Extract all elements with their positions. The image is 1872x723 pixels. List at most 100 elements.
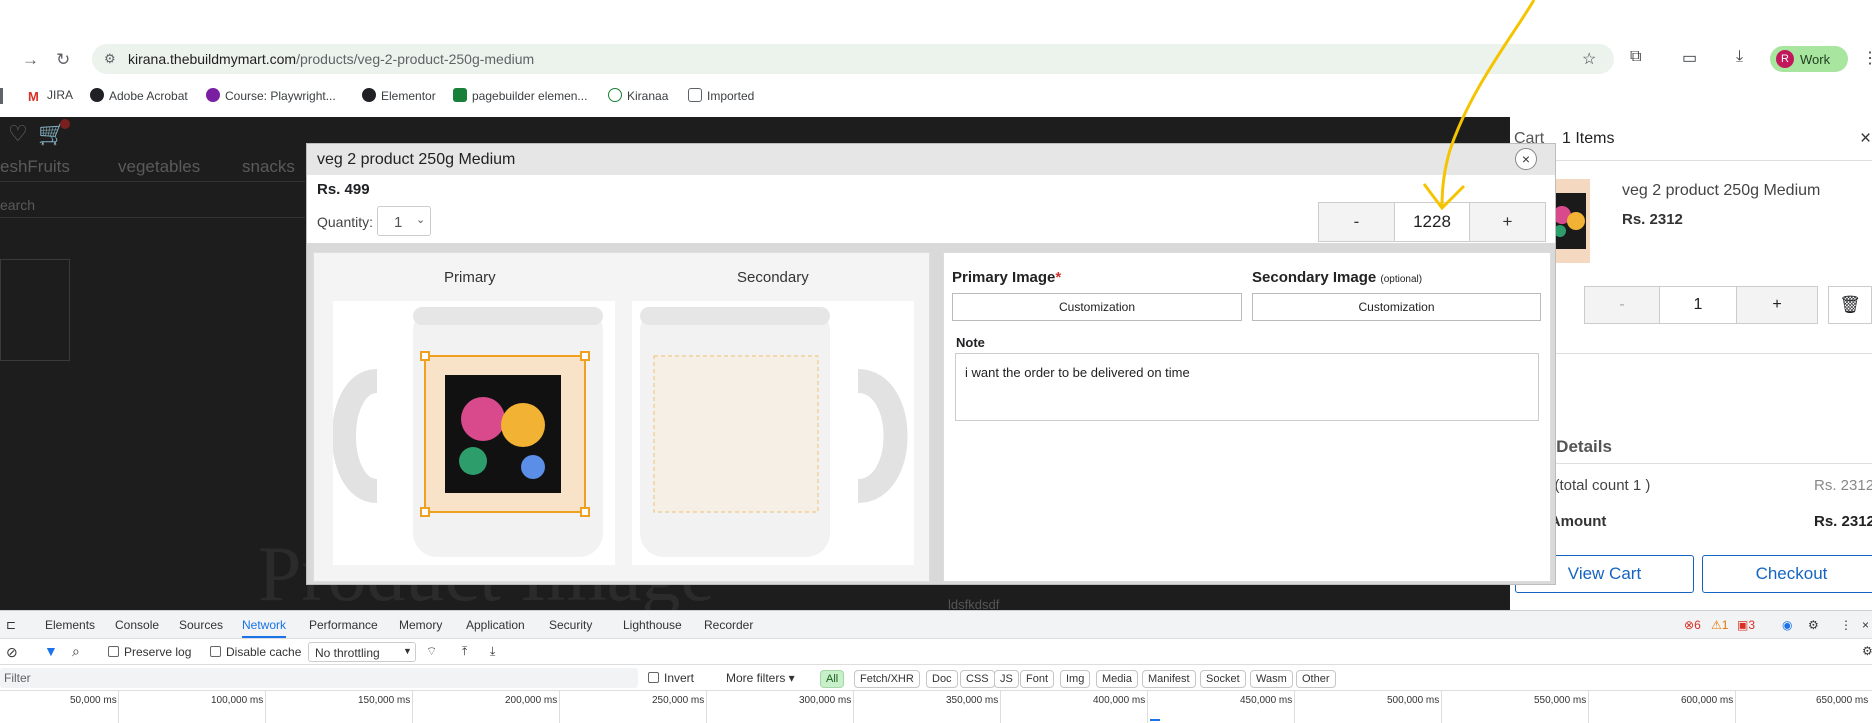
tab-memory[interactable]: Memory xyxy=(399,618,442,632)
tab-network[interactable]: Network xyxy=(242,618,287,638)
chip-wasm[interactable]: Wasm xyxy=(1250,670,1293,688)
wishlist-heart-icon[interactable]: ♡ xyxy=(8,121,28,147)
cart-header-divider xyxy=(1510,160,1872,161)
forward-icon[interactable]: → xyxy=(22,50,39,70)
quantity-select[interactable]: 1 ⌄ xyxy=(377,206,431,236)
tab-elements[interactable]: Elements xyxy=(45,618,95,632)
url-text[interactable]: kirana.thebuildmymart.com/products/veg-2… xyxy=(128,51,534,67)
menu-kebab-icon[interactable]: ⋮ xyxy=(1862,48,1872,68)
network-toolbar: ⊘ ▼ ⌕ Preserve log Disable cache No thro… xyxy=(0,639,1872,665)
modal-header: veg 2 product 250g Medium × xyxy=(307,144,1555,175)
tab-recorder[interactable]: Recorder xyxy=(704,618,753,632)
tab-console[interactable]: Console xyxy=(115,618,159,632)
chip-socket[interactable]: Socket xyxy=(1200,670,1246,688)
chip-media[interactable]: Media xyxy=(1096,670,1138,688)
settings-gear-icon[interactable]: ⚙ xyxy=(1808,618,1819,632)
devtools-menu-icon[interactable]: ⋮ xyxy=(1840,618,1852,632)
chip-other[interactable]: Other xyxy=(1296,670,1336,688)
network-timeline[interactable]: 50,000 ms 100,000 ms 150,000 ms 200,000 … xyxy=(0,691,1872,723)
import-har-icon[interactable]: ⤒ xyxy=(462,644,467,659)
bookmark-course-playwright[interactable]: Course: Playwright... xyxy=(206,88,336,103)
download-icon[interactable]: ⤓ xyxy=(1736,48,1743,66)
profile-chip[interactable]: R Work xyxy=(1770,46,1848,72)
timeline-tick: 400,000 ms xyxy=(1093,695,1146,706)
note-textarea[interactable]: i want the order to be delivered on time xyxy=(955,353,1539,421)
disable-cache-checkbox[interactable]: Disable cache xyxy=(210,645,301,659)
more-filters-dropdown[interactable]: More filters ▾ xyxy=(726,671,795,685)
thumbnail-card[interactable] xyxy=(0,259,70,361)
nav-freshfruits[interactable]: eshFruits xyxy=(0,157,70,177)
details-divider xyxy=(1510,463,1872,464)
tab-application[interactable]: Application xyxy=(466,618,525,632)
clear-icon[interactable]: ⊘ xyxy=(6,644,18,661)
secondary-mug-preview[interactable] xyxy=(632,301,914,565)
bookmarks-edge xyxy=(0,88,3,104)
timeline-tick: 100,000 ms xyxy=(211,695,264,706)
extensions-icon[interactable]: ⧉ xyxy=(1630,48,1641,66)
checkout-button[interactable]: Checkout xyxy=(1702,555,1872,593)
filter-input[interactable]: Filter xyxy=(0,668,638,688)
cart-qty-minus[interactable]: - xyxy=(1585,287,1659,323)
bookmark-pagebuilder[interactable]: pagebuilder elemen... xyxy=(453,88,587,103)
primary-customization-button[interactable]: Customization xyxy=(952,293,1242,321)
cart-qty-plus[interactable]: + xyxy=(1737,287,1817,323)
devtools-close-icon[interactable]: × xyxy=(1862,618,1869,632)
quantity-label: Quantity: xyxy=(317,214,374,230)
preserve-log-checkbox[interactable]: Preserve log xyxy=(108,645,191,659)
bookmark-kiranaa[interactable]: Kiranaa xyxy=(608,88,668,103)
search-partial[interactable]: earch xyxy=(0,197,35,213)
total-count-label: e (total count 1 ) xyxy=(1542,477,1651,494)
omnibox[interactable]: ⚙ kirana.thebuildmymart.com/products/veg… xyxy=(92,44,1614,74)
secondary-customization-button[interactable]: Customization xyxy=(1252,293,1541,321)
bookmark-elementor[interactable]: Elementor xyxy=(362,88,436,103)
chip-all[interactable]: All xyxy=(820,670,845,688)
throttling-select[interactable]: No throttling ▼ xyxy=(308,642,416,662)
search-icon[interactable]: ⌕ xyxy=(72,643,80,660)
chip-css[interactable]: CSS xyxy=(960,670,995,688)
error-count[interactable]: ⊗6 xyxy=(1684,618,1701,632)
site-info-icon[interactable]: ⚙ xyxy=(104,51,116,67)
stepper-minus-button[interactable]: - xyxy=(1319,203,1394,241)
nav-vegetables[interactable]: vegetables xyxy=(118,157,200,177)
cart-item-name[interactable]: veg 2 product 250g Medium xyxy=(1622,182,1820,200)
reload-icon[interactable]: ↻ xyxy=(56,50,70,70)
warning-count[interactable]: ⚠1 xyxy=(1711,618,1728,632)
chip-fetch-xhr[interactable]: Fetch/XHR xyxy=(854,670,920,688)
chip-doc[interactable]: Doc xyxy=(926,670,958,688)
tab-lighthouse[interactable]: Lighthouse xyxy=(623,618,682,632)
cart-qty-value[interactable]: 1 xyxy=(1659,287,1737,323)
timeline-request-mark xyxy=(1150,719,1160,721)
filter-funnel-icon[interactable]: ▼ xyxy=(44,643,58,659)
bookmark-imported[interactable]: Imported xyxy=(688,88,754,103)
throttling-chevron-icon: ▼ xyxy=(403,646,412,656)
invert-checkbox[interactable]: Invert xyxy=(648,671,694,685)
chip-js[interactable]: JS xyxy=(994,670,1019,688)
tab-performance[interactable]: Performance xyxy=(309,618,378,632)
network-conditions-icon[interactable]: ⌔ xyxy=(426,644,437,659)
chip-manifest[interactable]: Manifest xyxy=(1142,670,1196,688)
chip-img[interactable]: Img xyxy=(1060,670,1091,688)
bookmark-adobe-acrobat[interactable]: Adobe Acrobat xyxy=(90,88,188,103)
tab-sources[interactable]: Sources xyxy=(179,618,223,632)
bookmark-star-icon[interactable]: ☆ xyxy=(1582,49,1596,69)
trash-icon[interactable]: 🗑 xyxy=(1828,286,1872,324)
performance-insights-icon[interactable]: ◉ xyxy=(1782,618,1792,632)
total-count-value: Rs. 2312 xyxy=(1814,477,1872,494)
tab-security[interactable]: Security xyxy=(549,618,592,632)
issue-count[interactable]: ▣3 xyxy=(1737,618,1755,632)
globe-icon xyxy=(362,88,376,102)
secondary-image-label: Secondary Image (optional) xyxy=(1252,269,1423,286)
primary-mug-preview[interactable] xyxy=(332,301,615,565)
cast-icon[interactable]: ▭ xyxy=(1682,48,1697,68)
network-settings-icon[interactable]: ⚙ xyxy=(1862,644,1872,658)
nav-snacks[interactable]: snacks xyxy=(242,157,295,177)
chip-font[interactable]: Font xyxy=(1020,670,1055,688)
export-har-icon[interactable]: ⤓ xyxy=(490,644,495,659)
course-icon xyxy=(206,88,220,102)
bookmark-jira[interactable]: M JIRA xyxy=(28,88,73,104)
required-mark: * xyxy=(1055,269,1062,286)
cart-items-count: 1 Items xyxy=(1562,130,1615,147)
dock-toggle-icon[interactable]: ⊏ xyxy=(6,618,16,632)
cart-close-button[interactable]: × xyxy=(1860,128,1871,150)
optional-tag: (optional) xyxy=(1380,274,1423,285)
